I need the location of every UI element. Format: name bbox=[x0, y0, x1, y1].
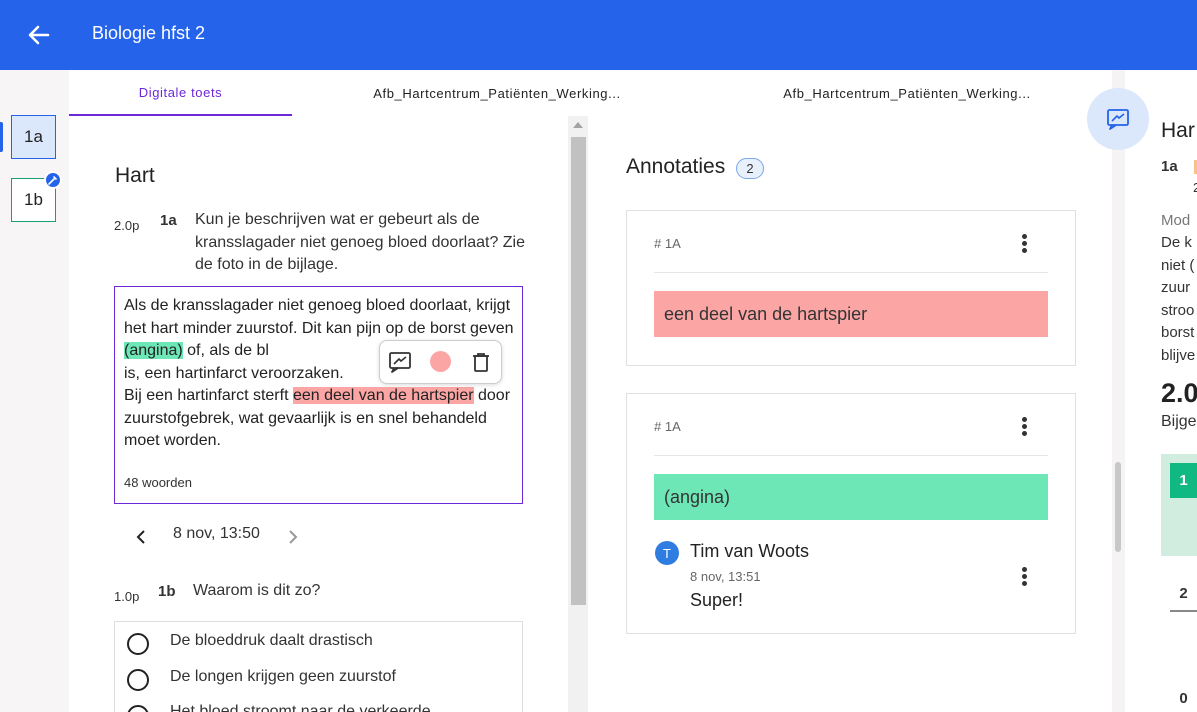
panel-divider bbox=[1112, 70, 1125, 712]
model-answer-label: Mod bbox=[1161, 212, 1191, 229]
divider bbox=[654, 272, 1048, 273]
model-answer-line: borst bbox=[1161, 324, 1195, 341]
version-date: 8 nov, 13:50 bbox=[173, 525, 260, 542]
more-options-icon[interactable] bbox=[1022, 567, 1028, 587]
question-nav-1a[interactable]: 1a bbox=[11, 115, 56, 159]
comment-author: Tim van Woots bbox=[690, 541, 810, 561]
app-header: Biologie hfst 2 bbox=[0, 0, 1197, 70]
answer-segment: of, als de bl bbox=[182, 342, 269, 359]
scroll-up-icon[interactable] bbox=[573, 122, 583, 128]
radio-option-2[interactable] bbox=[127, 669, 149, 691]
option-label[interactable]: De longen krijgen geen zuurstof bbox=[170, 668, 396, 686]
scrollbar-thumb[interactable] bbox=[1115, 462, 1121, 552]
tab-bar: Digitale toets Afb_Hartcentrum_Patiënten… bbox=[69, 70, 1112, 116]
page-title: Biologie hfst 2 bbox=[92, 23, 206, 43]
comment-text: Super! bbox=[690, 590, 744, 610]
question-number: 1a bbox=[1161, 158, 1178, 175]
question-number: 1a bbox=[160, 212, 177, 229]
answer-segment: Als de kransslagader niet genoeg bloed d… bbox=[124, 297, 514, 337]
annotation-card bbox=[626, 210, 1076, 366]
model-answer-line: blijve bbox=[1161, 347, 1196, 364]
section-title: Hart bbox=[115, 164, 155, 187]
edit-icon bbox=[44, 171, 62, 189]
score: 2.0 bbox=[1161, 378, 1197, 408]
trash-icon[interactable] bbox=[469, 350, 493, 374]
annotation-tag: # 1A bbox=[654, 236, 681, 251]
annotation-tag: # 1A bbox=[654, 419, 681, 434]
question-text: Kun je beschrijven wat er gebeurt als de… bbox=[195, 211, 526, 273]
score-chip[interactable]: 0 bbox=[1170, 690, 1197, 712]
chevron-left-icon[interactable] bbox=[134, 527, 148, 547]
annotate-icon bbox=[1107, 109, 1129, 130]
highlight-green[interactable]: (angina) bbox=[124, 342, 183, 359]
annotation-quote[interactable]: (angina) bbox=[654, 474, 1048, 520]
score-chip[interactable]: 2 bbox=[1170, 576, 1197, 612]
annotations-count-badge: 2 bbox=[736, 158, 764, 179]
score-label: Bijge bbox=[1161, 413, 1197, 430]
model-answer-line: De k bbox=[1161, 234, 1192, 251]
question-number: 1b bbox=[158, 583, 176, 600]
panel-title: Har bbox=[1161, 119, 1195, 142]
option-label[interactable]: De bloeddruk daalt drastisch bbox=[170, 632, 373, 650]
tab-attachment-2[interactable]: Afb_Hartcentrum_Patiënten_Werking... bbox=[702, 70, 1112, 116]
question-text: Waarom is dit zo? bbox=[193, 582, 321, 599]
question-rail bbox=[0, 70, 69, 712]
word-count: 48 woorden bbox=[124, 475, 192, 490]
question-points: 2.0p bbox=[114, 218, 140, 233]
option-label[interactable]: Het bloed stroomt naar de verkeerde bbox=[170, 703, 431, 712]
chevron-right-icon[interactable] bbox=[286, 527, 300, 547]
answer-segment: Bij een hartinfarct sterft bbox=[124, 387, 293, 404]
more-options-icon[interactable] bbox=[1022, 234, 1028, 254]
arrow-left-icon bbox=[28, 25, 50, 45]
add-comment-icon[interactable] bbox=[388, 350, 412, 374]
divider bbox=[654, 455, 1048, 456]
back-button[interactable] bbox=[24, 20, 54, 50]
annotations-title: Annotaties bbox=[626, 155, 726, 178]
annotation-quote[interactable]: een deel van de hartspier bbox=[654, 291, 1048, 337]
active-indicator bbox=[0, 122, 3, 152]
question-points: 1.0p bbox=[114, 589, 140, 604]
annotate-button[interactable] bbox=[1087, 88, 1149, 150]
color-picker-red[interactable] bbox=[430, 351, 451, 372]
score-chip-selected[interactable]: 1 bbox=[1170, 463, 1197, 498]
model-answer-line: stroo bbox=[1161, 302, 1195, 319]
highlight-red[interactable]: een deel van de hartspier bbox=[292, 387, 474, 404]
tab-digitale-toets[interactable]: Digitale toets bbox=[69, 70, 292, 116]
tab-attachment-1[interactable]: Afb_Hartcentrum_Patiënten_Werking... bbox=[292, 70, 702, 116]
comment-time: 8 nov, 13:51 bbox=[690, 569, 761, 584]
question-fragment: 2 bbox=[1193, 180, 1197, 195]
model-answer-line: niet ( bbox=[1161, 257, 1195, 274]
avatar: T bbox=[655, 541, 679, 565]
model-answer-line: zuur bbox=[1161, 279, 1191, 296]
scrollbar-thumb[interactable] bbox=[571, 137, 586, 605]
answer-segment: is, een hartinfarct veroorzaken. bbox=[124, 364, 344, 382]
more-options-icon[interactable] bbox=[1022, 417, 1028, 437]
radio-option-1[interactable] bbox=[127, 633, 149, 655]
